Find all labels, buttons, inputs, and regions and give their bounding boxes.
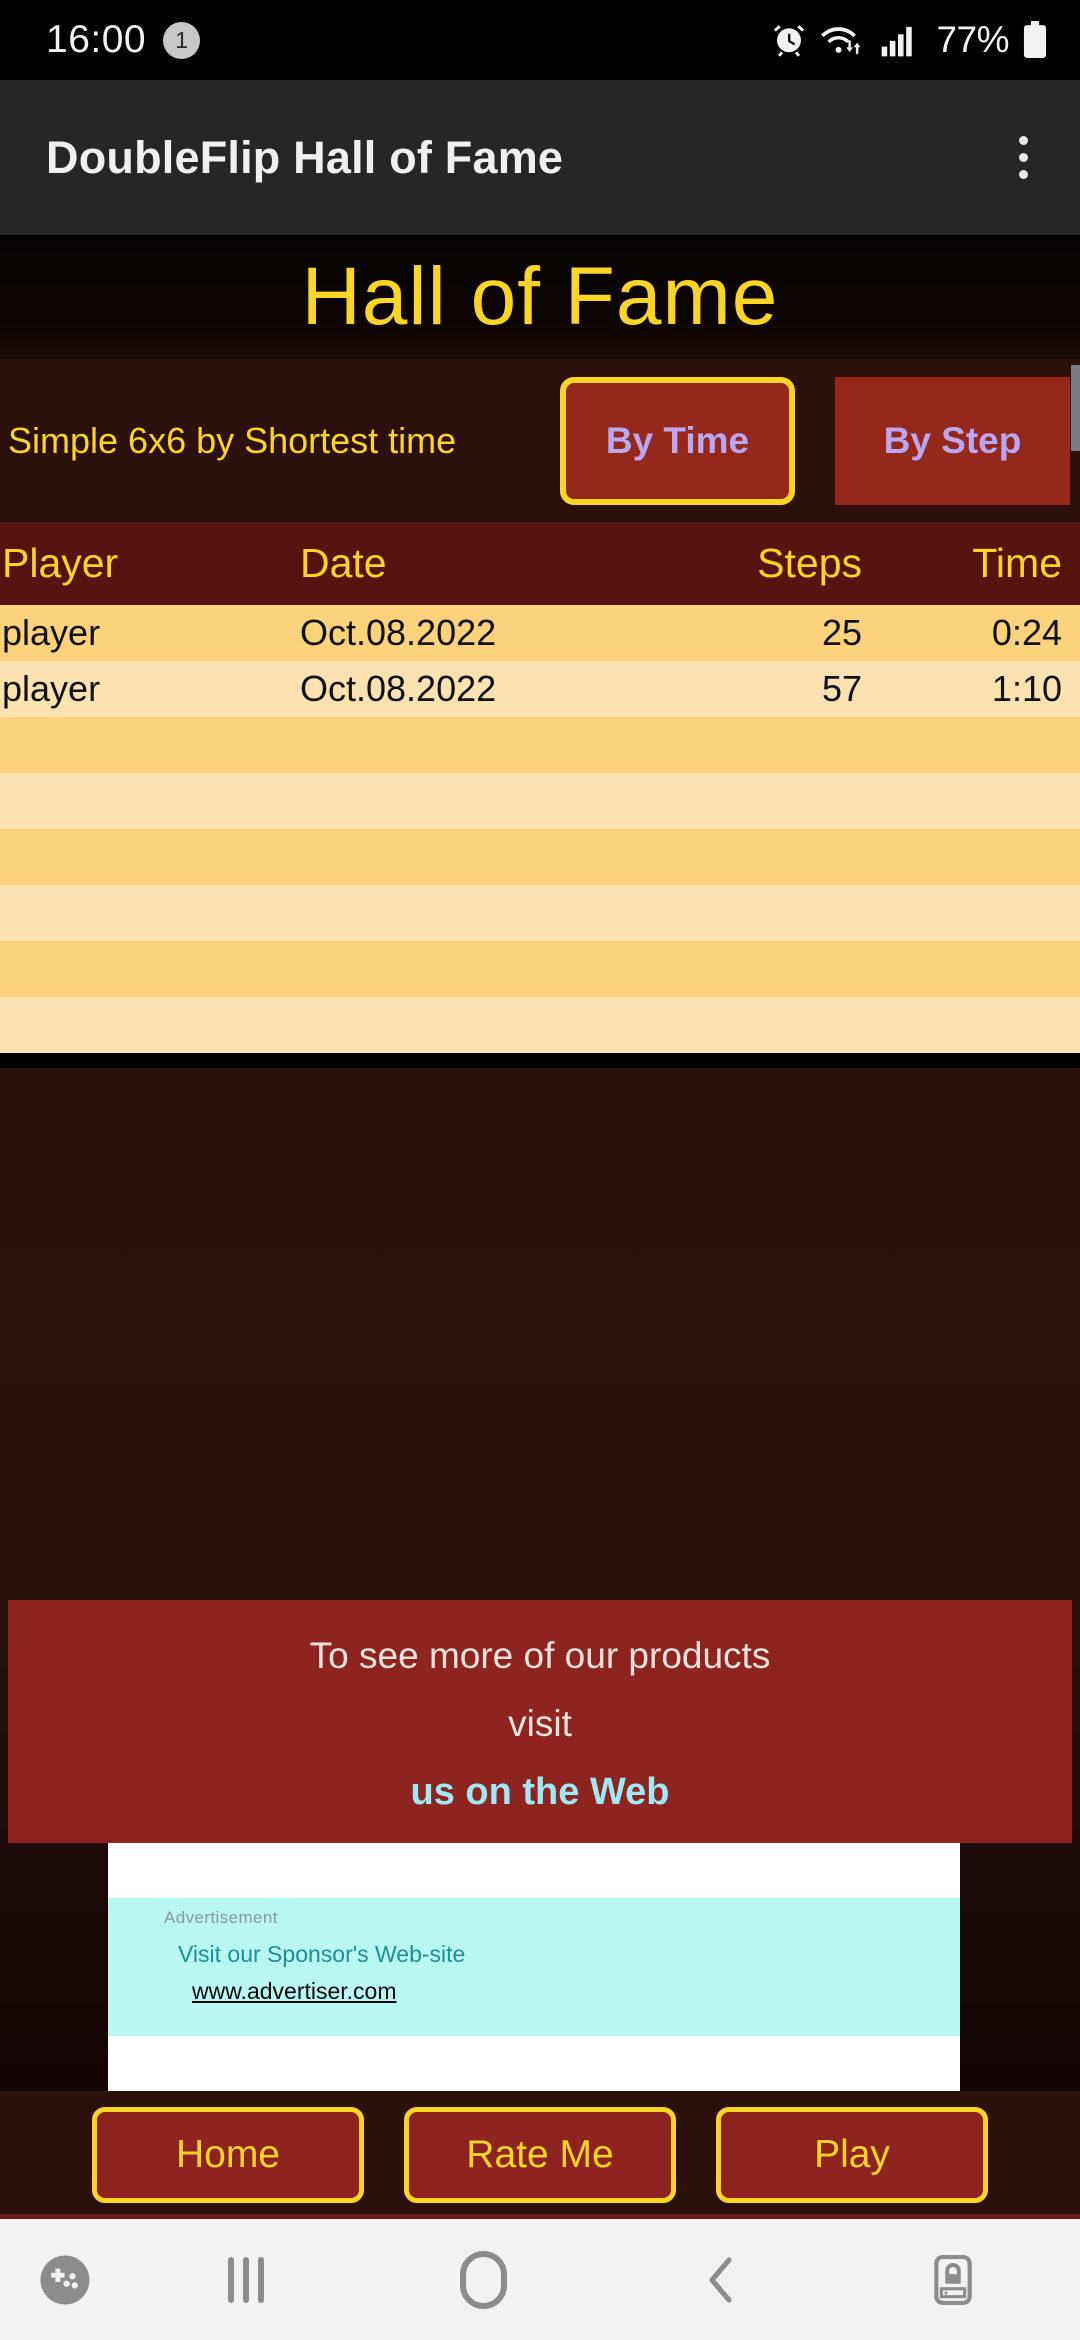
table-row[interactable] — [0, 829, 1080, 885]
promo-line-1: To see more of our products — [309, 1635, 771, 1676]
system-navigation-bar — [0, 2219, 1080, 2340]
page-title: Hall of Fame — [301, 251, 779, 342]
table-row[interactable] — [0, 997, 1080, 1053]
recents-icon — [228, 2256, 265, 2303]
keyboard-lock-button[interactable] — [934, 2254, 972, 2305]
sort-by-step-button[interactable]: By Step — [835, 376, 1070, 505]
promo-panel[interactable]: To see more of our products visit us on … — [8, 1600, 1072, 1843]
ad-banner[interactable]: Advertisement Visit our Sponsor's Web-si… — [108, 1843, 960, 2091]
table-row[interactable] — [0, 885, 1080, 941]
battery-icon — [1023, 21, 1047, 58]
game-launcher-slot[interactable] — [0, 2252, 130, 2308]
alarm-icon — [774, 25, 805, 57]
ad-sponsor-text: Visit our Sponsor's Web-site — [178, 1941, 466, 1967]
sort-mode-label: Simple 6x6 by Shortest time — [8, 419, 457, 461]
notification-count-badge: 1 — [163, 21, 201, 59]
table-row[interactable] — [0, 717, 1080, 773]
cell-date: Oct.08.2022 — [300, 612, 497, 653]
recents-button[interactable] — [228, 2256, 265, 2303]
status-bar: 16:00 1 77% — [0, 0, 1080, 80]
app-title: DoubleFlip Hall of Fame — [46, 131, 564, 183]
sort-by-time-button[interactable]: By Time — [560, 376, 795, 505]
status-clock: 16:00 — [46, 18, 147, 61]
cell-date: Oct.08.2022 — [300, 668, 497, 709]
table-row[interactable]: player Oct.08.2022 25 0:24 — [0, 605, 1080, 661]
promo-web-link[interactable]: us on the Web — [411, 1771, 670, 1814]
cell-steps: 25 — [821, 612, 862, 653]
overflow-menu-icon[interactable] — [1007, 126, 1040, 189]
ad-label: Advertisement — [164, 1908, 278, 1927]
app-bar: DoubleFlip Hall of Fame — [0, 80, 1080, 235]
keyboard-lock-icon — [934, 2254, 972, 2305]
cell-time: 0:24 — [991, 612, 1062, 653]
column-header-steps: Steps — [757, 540, 862, 586]
cell-steps: 57 — [821, 668, 862, 709]
home-icon — [460, 2250, 508, 2309]
table-row[interactable]: player Oct.08.2022 57 1:10 — [0, 661, 1080, 717]
game-launcher-icon[interactable] — [37, 2252, 93, 2308]
wifi-icon — [821, 27, 861, 55]
page-title-banner: Hall of Fame — [0, 235, 1080, 359]
back-button[interactable] — [704, 2254, 738, 2306]
phone-screen: 16:00 1 77% DoubleFlip Hall of Fame Hall… — [0, 0, 1080, 2340]
table-row[interactable] — [0, 941, 1080, 997]
ad-banner-content[interactable]: Advertisement Visit our Sponsor's Web-si… — [108, 1898, 960, 2036]
cell-player: player — [2, 612, 101, 653]
ad-url-link[interactable]: www.advertiser.com — [164, 1978, 397, 2005]
rate-me-button[interactable]: Rate Me — [404, 2107, 676, 2203]
home-button-system[interactable] — [460, 2250, 508, 2309]
sort-bar[interactable]: Simple 6x6 by Shortest time By Time By S… — [0, 359, 1080, 522]
hall-of-fame-table: Player Date Steps Time player Oct.08.202… — [0, 522, 1080, 1068]
table-row[interactable] — [0, 773, 1080, 829]
signal-icon — [882, 26, 913, 57]
column-header-time: Time — [972, 540, 1062, 586]
table-header-row: Player Date Steps Time — [0, 522, 1080, 605]
cell-player: player — [2, 668, 101, 709]
status-bar-icons: 77% — [771, 19, 1048, 61]
system-nav-buttons — [130, 2250, 1080, 2309]
promo-line-2: visit — [508, 1703, 572, 1744]
column-header-player: Player — [2, 540, 119, 586]
cell-time: 1:10 — [991, 668, 1062, 709]
battery-percent-label: 77% — [936, 19, 1009, 60]
horizontal-scrollbar[interactable] — [1071, 365, 1080, 451]
bottom-button-bar: Home Rate Me Play — [0, 2091, 1080, 2219]
home-button[interactable]: Home — [92, 2107, 364, 2203]
play-button[interactable]: Play — [716, 2107, 988, 2203]
column-header-date: Date — [300, 540, 387, 586]
back-icon — [709, 2256, 732, 2303]
